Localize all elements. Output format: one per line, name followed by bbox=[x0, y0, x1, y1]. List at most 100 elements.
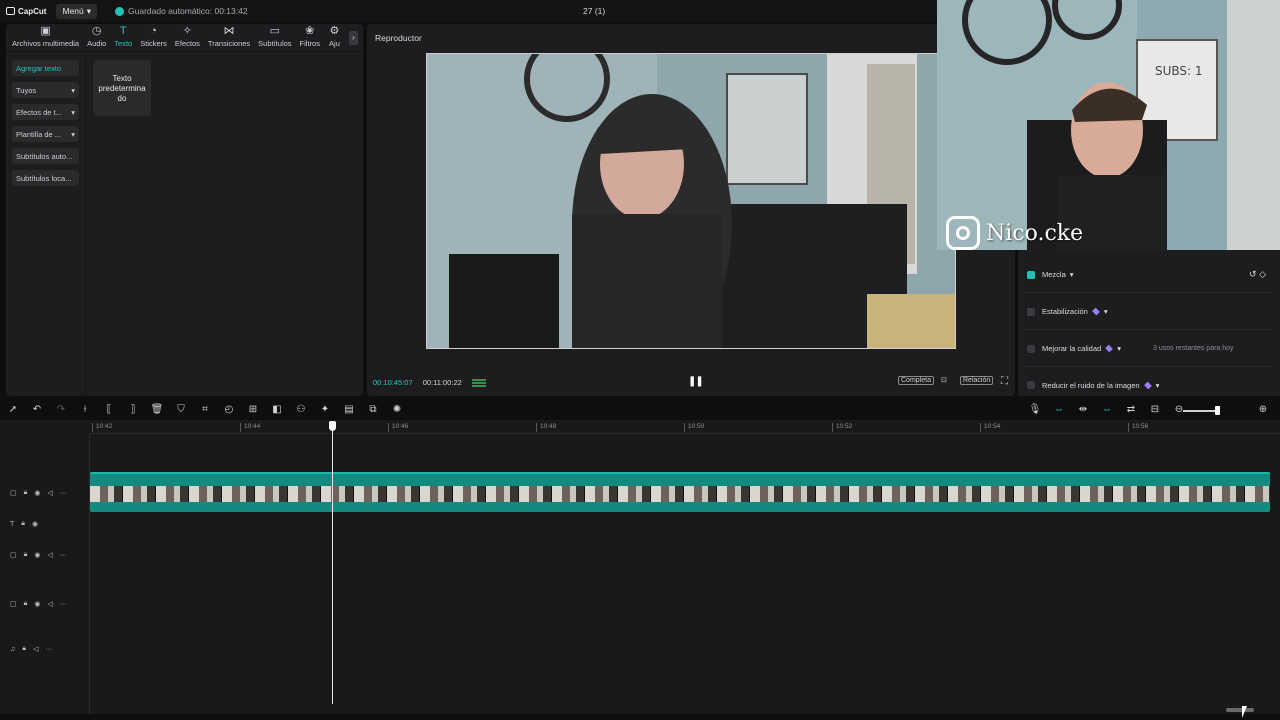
tabs-scroll-right-button[interactable]: › bbox=[349, 31, 358, 45]
ai-effects-icon[interactable]: ✺ bbox=[390, 404, 404, 416]
category-auto-subtitles[interactable]: Subtítulos auto... bbox=[12, 148, 79, 164]
category-add-text[interactable]: Agregar texto bbox=[12, 60, 79, 76]
zoom-slider-handle[interactable] bbox=[1215, 406, 1220, 415]
eye-icon[interactable]: ◉ bbox=[34, 489, 40, 497]
adjust-icon: ⚙ bbox=[329, 25, 340, 37]
default-text-preset[interactable]: Texto predetermina do bbox=[93, 60, 151, 116]
lock-icon[interactable]: 🔒︎ bbox=[21, 520, 25, 528]
prop-blend[interactable]: Mezcla ▾ ↺ ◇ bbox=[1024, 257, 1272, 293]
ruler-label: 10:48 bbox=[536, 423, 556, 432]
lock-icon[interactable]: 🔒︎ bbox=[22, 645, 26, 653]
stabilization-checkbox[interactable] bbox=[1027, 307, 1035, 316]
speaker-icon[interactable]: ◁ bbox=[47, 489, 52, 497]
ruler-label: 10:46 bbox=[388, 423, 408, 432]
microphone-icon[interactable]: 🎙 bbox=[1028, 404, 1042, 416]
tab-stickers[interactable]: ◔ Stickers bbox=[136, 26, 171, 51]
category-yours[interactable]: Tuyos ▾ bbox=[12, 82, 79, 98]
speaker-icon[interactable]: ◁ bbox=[47, 600, 52, 608]
replace-icon[interactable]: ⧉ bbox=[366, 404, 380, 416]
track-header-overlay-2: ▢ 🔒︎ ◉ ◁ ··· bbox=[6, 596, 90, 612]
playhead[interactable] bbox=[332, 426, 333, 704]
effects-icon: ✧ bbox=[182, 25, 193, 37]
speed-icon[interactable]: ◴ bbox=[222, 404, 236, 416]
prop-denoise[interactable]: Reducir el ruido de la imagen ▾ bbox=[1024, 367, 1272, 403]
video-preview[interactable] bbox=[426, 53, 956, 349]
menu-button[interactable]: Menú ▾ bbox=[56, 3, 97, 19]
freeze-icon[interactable]: ⊞ bbox=[246, 404, 260, 416]
more-icon[interactable]: ··· bbox=[60, 490, 67, 497]
total-time: 00:11:00:22 bbox=[422, 378, 462, 387]
webcam-overlay: SUBS: 1 Nico.cke bbox=[937, 0, 1280, 250]
marker-icon[interactable]: ⛉ bbox=[174, 404, 188, 416]
eye-icon[interactable]: ◉ bbox=[34, 551, 40, 559]
linkage-icon[interactable]: ⇔ bbox=[1100, 404, 1114, 416]
eye-icon[interactable]: ◉ bbox=[32, 520, 38, 528]
instagram-icon bbox=[946, 216, 980, 250]
reset-icon[interactable]: ↺ ◇ bbox=[1249, 269, 1266, 280]
enhance-checkbox[interactable] bbox=[1027, 344, 1035, 353]
cover-icon[interactable]: ▢ bbox=[10, 489, 17, 497]
fit-timeline-icon[interactable]: ⊟ bbox=[1148, 404, 1162, 416]
split-icon[interactable]: ⟊ bbox=[78, 404, 92, 416]
zoom-in-icon[interactable]: ⊕ bbox=[1256, 404, 1270, 416]
more-icon[interactable]: ··· bbox=[60, 601, 67, 608]
category-text-effects[interactable]: Efectos de t... ▾ bbox=[12, 104, 79, 120]
lock-icon[interactable]: 🔒︎ bbox=[24, 489, 28, 497]
redo-icon[interactable]: ↷ bbox=[54, 404, 68, 416]
tab-media[interactable]: ▣ Archivos multimedia bbox=[8, 26, 83, 51]
prop-enhance[interactable]: Mejorar la calidad ▾ bbox=[1024, 331, 1272, 367]
speaker-icon[interactable]: ◁ bbox=[47, 551, 52, 559]
tab-effects[interactable]: ✧ Efectos bbox=[171, 26, 204, 51]
fullscreen-icon[interactable]: ⛶ bbox=[999, 376, 1010, 387]
pro-gem-icon bbox=[1143, 381, 1152, 389]
select-tool-icon[interactable]: ➚ bbox=[6, 404, 20, 416]
overlay-track-icon: ▢ bbox=[10, 601, 17, 608]
current-time: 00:10:45:07 bbox=[373, 378, 413, 387]
tab-subtitles[interactable]: ▭ Subtítulos bbox=[254, 26, 295, 51]
aspect-ratio-button[interactable]: Relación bbox=[960, 376, 994, 385]
magic-icon[interactable]: ✦ bbox=[318, 404, 332, 416]
denoise-checkbox[interactable] bbox=[1027, 381, 1035, 389]
time-ruler[interactable]: 10:42 10:44 10:46 10:48 10:50 10:52 10:5… bbox=[90, 420, 1280, 434]
more-icon[interactable]: ··· bbox=[60, 552, 67, 559]
full-quality-button[interactable]: Completa bbox=[898, 376, 934, 385]
tab-transitions[interactable]: ⋈ Transiciones bbox=[204, 26, 254, 51]
mouse-cursor bbox=[1242, 706, 1252, 718]
category-local-subtitles[interactable]: Subtítulos loca... bbox=[12, 170, 79, 186]
reframe-icon[interactable]: ▤ bbox=[342, 404, 356, 416]
app-name: CapCut bbox=[18, 6, 47, 16]
snapshot-icon[interactable]: ⊡ bbox=[939, 376, 949, 384]
eye-icon[interactable]: ◉ bbox=[34, 600, 40, 608]
pause-button[interactable]: ❚❚ bbox=[688, 376, 704, 387]
filters-icon: ❀ bbox=[305, 25, 315, 37]
blend-checkbox[interactable] bbox=[1027, 270, 1035, 279]
more-icon[interactable]: ··· bbox=[45, 646, 52, 653]
cutout-icon[interactable]: ⚇ bbox=[294, 404, 308, 416]
video-clip[interactable] bbox=[90, 472, 1270, 512]
category-templates[interactable]: Plantilla de ... ▾ bbox=[12, 126, 79, 142]
enhance-usage-note: 3 usos restantes para hoy bbox=[1153, 345, 1234, 352]
zoom-slider[interactable] bbox=[1183, 410, 1219, 412]
lock-icon[interactable]: 🔒︎ bbox=[24, 551, 28, 559]
tab-text[interactable]: T Texto bbox=[110, 26, 136, 51]
tab-bar: ▣ Archivos multimedia ◷ Audio T Texto ◔ Stic… bbox=[6, 24, 363, 52]
text-icon: T bbox=[119, 25, 127, 37]
crop-icon[interactable]: ⌗ bbox=[198, 404, 212, 416]
prop-stabilization[interactable]: Estabilización ▾ bbox=[1024, 294, 1272, 330]
tab-filters[interactable]: ❀ Filtros bbox=[296, 26, 324, 51]
mirror-icon[interactable]: ◧ bbox=[270, 404, 284, 416]
tab-adjust[interactable]: ⚙ Aju bbox=[324, 26, 345, 51]
tab-audio[interactable]: ◷ Audio bbox=[83, 26, 110, 51]
undo-icon[interactable]: ↶ bbox=[30, 404, 44, 416]
ruler-label: 10:52 bbox=[832, 423, 852, 432]
split-right-icon[interactable]: ⟧ bbox=[126, 404, 140, 416]
auto-snap-icon[interactable]: ⇹ bbox=[1076, 404, 1090, 416]
preview-axis-icon[interactable]: ⇄ bbox=[1124, 404, 1138, 416]
speaker-icon[interactable]: ◁ bbox=[33, 645, 38, 653]
delete-icon[interactable]: 🗑 bbox=[150, 404, 164, 416]
chevron-down-icon: ▾ bbox=[71, 107, 75, 117]
split-left-icon[interactable]: ⟦ bbox=[102, 404, 116, 416]
main-track-magnet-icon[interactable]: ⇔ bbox=[1052, 404, 1066, 416]
lock-icon[interactable]: 🔒︎ bbox=[24, 600, 28, 608]
playhead-handle[interactable] bbox=[329, 421, 336, 431]
